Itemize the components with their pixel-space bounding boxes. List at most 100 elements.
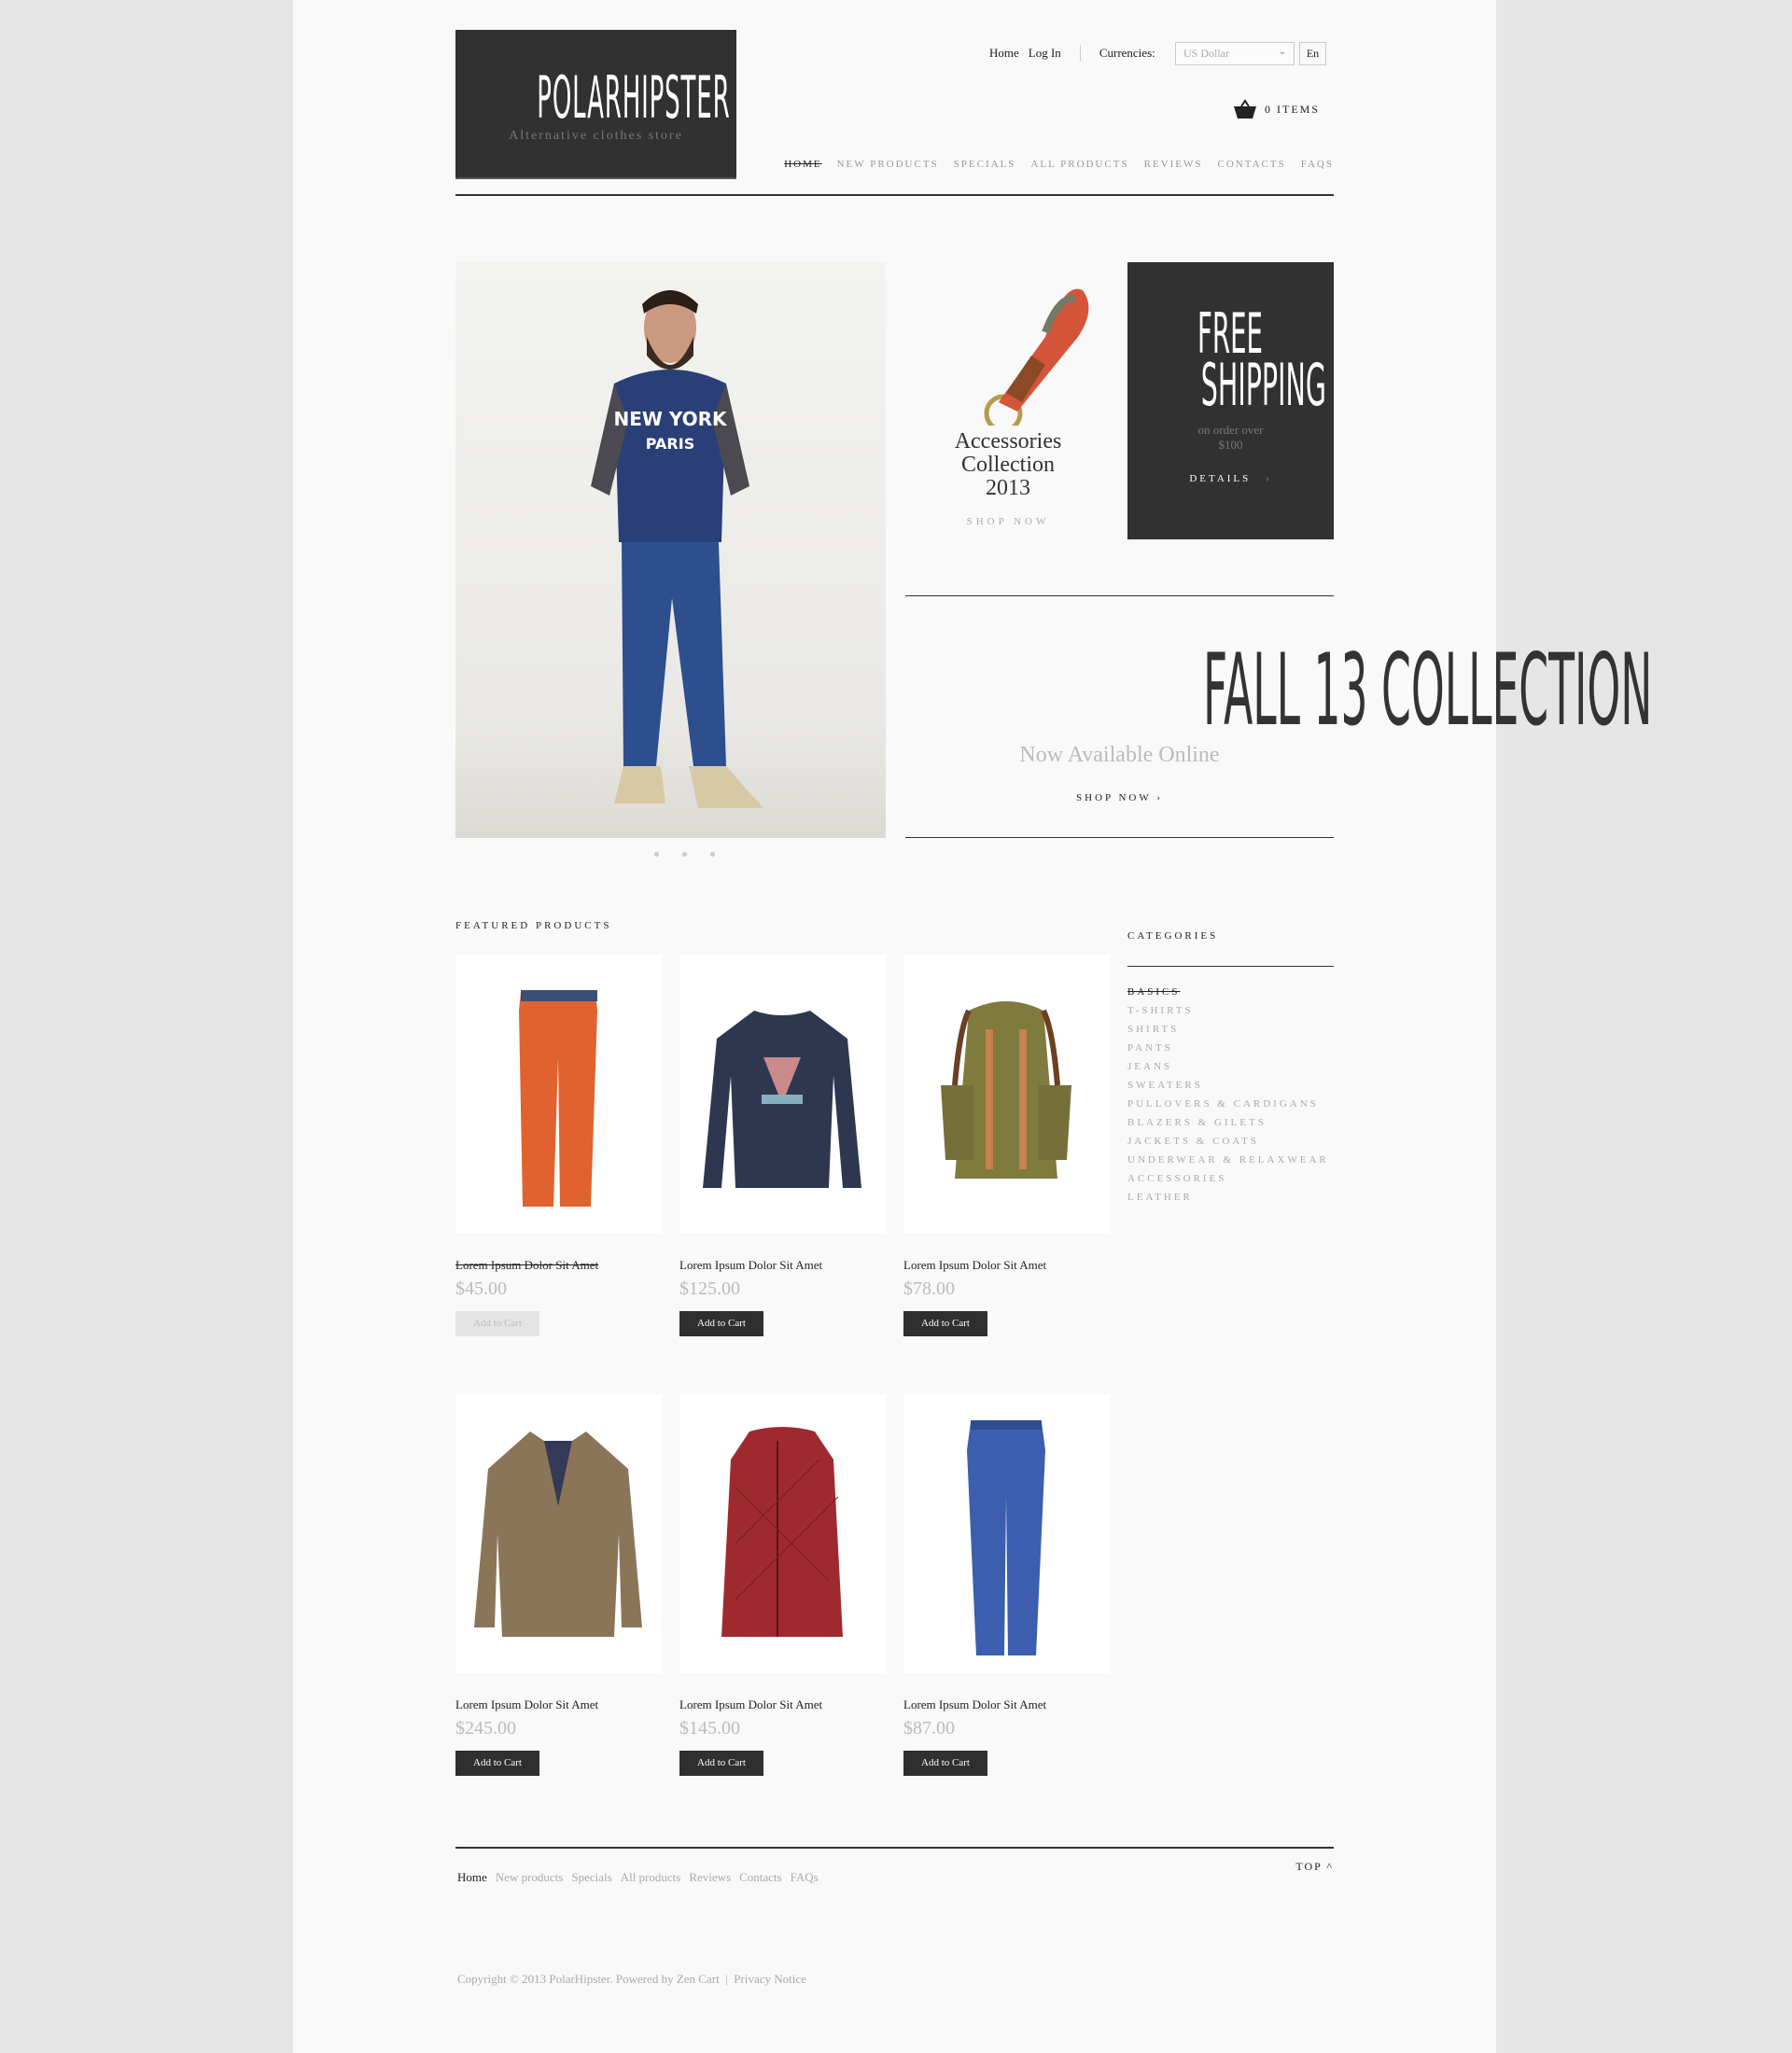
- category-item[interactable]: T-SHIRTS: [1127, 1001, 1329, 1020]
- category-item[interactable]: PULLOVERS & CARDIGANS: [1127, 1095, 1329, 1113]
- product-card: Lorem Ipsum Dolor Sit Amet $78.00 Add to C…: [903, 955, 1110, 1336]
- details-label: DETAILS: [1189, 473, 1252, 484]
- categories-title: CATEGORIES: [1127, 930, 1219, 942]
- product-photo: [721, 1427, 843, 1637]
- footer-link[interactable]: All products: [621, 1870, 681, 1885]
- free-shipping-banner[interactable]: FREE SHIPPING on order over $100 DETAILS…: [1127, 262, 1334, 539]
- product-card: Lorem Ipsum Dolor Sit Amet $245.00 Add to …: [455, 1394, 662, 1776]
- product-price: $245.00: [455, 1718, 516, 1739]
- category-item[interactable]: BASICS: [1127, 983, 1329, 1001]
- slider-dot-1[interactable]: [654, 852, 659, 857]
- add-to-cart-button[interactable]: Add to Cart: [903, 1751, 987, 1776]
- footer-link[interactable]: New products: [496, 1870, 564, 1885]
- product-name[interactable]: Lorem Ipsum Dolor Sit Amet: [679, 1258, 886, 1273]
- category-item[interactable]: JEANS: [1127, 1057, 1329, 1076]
- nav-item-contacts[interactable]: CONTACTS: [1218, 159, 1286, 170]
- product-price: $45.00: [455, 1278, 507, 1299]
- product-image-green-backpack[interactable]: [903, 955, 1110, 1234]
- details-link[interactable]: DETAILS ›: [1127, 473, 1334, 484]
- product-photo: [474, 1432, 642, 1637]
- add-to-cart-button[interactable]: Add to Cart: [455, 1311, 539, 1336]
- footer-divider: [455, 1847, 1334, 1849]
- footer-link[interactable]: Reviews: [689, 1870, 731, 1885]
- header-divider: [455, 194, 1334, 196]
- product-price: $125.00: [679, 1278, 740, 1299]
- category-item[interactable]: ACCESSORIES: [1127, 1169, 1329, 1188]
- divider: [1079, 45, 1081, 62]
- slider-dot-3[interactable]: [710, 852, 715, 857]
- svg-text:PARIS: PARIS: [646, 435, 694, 453]
- product-photo: [703, 1011, 861, 1188]
- shipping-line2: SHIPPING: [1200, 351, 1326, 419]
- divider: [1127, 966, 1334, 967]
- main-nav: HOME NEW PRODUCTS SPECIALS ALL PRODUCTS REVI…: [784, 159, 1334, 170]
- copyright: Copyright © 2013 PolarHipster. Powered b…: [457, 1972, 806, 1986]
- category-item[interactable]: PANTS: [1127, 1039, 1329, 1057]
- product-name[interactable]: Lorem Ipsum Dolor Sit Amet: [903, 1258, 1110, 1273]
- product-image-red-quilted-vest[interactable]: [679, 1394, 886, 1673]
- model-photo: NEW YORK PARIS: [591, 290, 763, 808]
- fall-collection-banner[interactable]: FALL 13 COLLECTION Now Available Online …: [905, 641, 1652, 804]
- accessories-shop-now[interactable]: SHOP NOW: [905, 516, 1111, 527]
- nav-item-all-products[interactable]: ALL PRODUCTS: [1030, 159, 1128, 170]
- accessories-line1: Accessories: [954, 429, 1062, 454]
- currencies-label: Currencies:: [1099, 46, 1155, 60]
- logo[interactable]: POLARHIPSTER Alternative clothes store: [455, 30, 736, 179]
- product-name[interactable]: Lorem Ipsum Dolor Sit Amet: [455, 1258, 662, 1273]
- accessories-line2: Collection: [961, 453, 1055, 477]
- product-image-navy-sweatshirt[interactable]: [679, 955, 886, 1234]
- product-card: Lorem Ipsum Dolor Sit Amet $145.00 Add to …: [679, 1394, 886, 1776]
- add-to-cart-button[interactable]: Add to Cart: [455, 1751, 539, 1776]
- footer-link[interactable]: Specials: [571, 1870, 611, 1885]
- footer-link[interactable]: Home: [457, 1870, 487, 1885]
- cart-label: 0 ITEMS: [1265, 102, 1320, 116]
- language-button[interactable]: En: [1299, 42, 1326, 65]
- slider-dot-2[interactable]: [682, 852, 687, 857]
- category-item[interactable]: UNDERWEAR & RELAXWEAR: [1127, 1151, 1329, 1169]
- product-photo: [519, 990, 597, 1207]
- currency-select[interactable]: US Dollar ⌄: [1175, 42, 1295, 65]
- nav-item-home[interactable]: HOME: [784, 159, 821, 170]
- product-name[interactable]: Lorem Ipsum Dolor Sit Amet: [903, 1697, 1110, 1712]
- shipping-sub2: $100: [1218, 438, 1243, 452]
- category-item[interactable]: SHIRTS: [1127, 1020, 1329, 1039]
- category-item[interactable]: BLAZERS & GILETS: [1127, 1113, 1329, 1132]
- category-item[interactable]: SWEATERS: [1127, 1076, 1329, 1095]
- top-links: Home Log In Currencies:: [989, 45, 1155, 62]
- basket-icon: [1234, 99, 1256, 119]
- product-image-orange-pants[interactable]: [455, 955, 662, 1234]
- product-price: $145.00: [679, 1718, 740, 1739]
- shirt-print: NEW YORK: [613, 408, 728, 430]
- logo-tagline: Alternative clothes store: [509, 129, 683, 143]
- back-to-top[interactable]: TOP ^: [1295, 1860, 1334, 1874]
- category-item[interactable]: JACKETS & COATS: [1127, 1132, 1329, 1151]
- product-image-tweed-blazer[interactable]: [455, 1394, 662, 1673]
- fall-shop-now[interactable]: SHOP NOW ›: [905, 792, 1334, 803]
- nav-item-faqs[interactable]: FAQS: [1301, 159, 1334, 170]
- category-item[interactable]: LEATHER: [1127, 1188, 1329, 1207]
- product-name[interactable]: Lorem Ipsum Dolor Sit Amet: [679, 1697, 886, 1712]
- product-image-blue-jeans[interactable]: [903, 1394, 1110, 1673]
- accessories-line3: 2013: [986, 476, 1030, 500]
- nav-item-specials[interactable]: SPECIALS: [954, 159, 1016, 170]
- nav-item-new-products[interactable]: NEW PRODUCTS: [837, 159, 939, 170]
- product-photo: [967, 1420, 1045, 1655]
- nav-item-reviews[interactable]: REVIEWS: [1144, 159, 1203, 170]
- accessories-banner[interactable]: Accessories Collection 2013 SHOP NOW: [905, 262, 1111, 542]
- cart[interactable]: 0 ITEMS: [1233, 99, 1320, 119]
- product-name[interactable]: Lorem Ipsum Dolor Sit Amet: [455, 1697, 662, 1712]
- product-card: Lorem Ipsum Dolor Sit Amet $45.00 Add to C…: [455, 955, 662, 1336]
- product-photo: [941, 1001, 1071, 1179]
- belt-image: [984, 288, 1089, 433]
- login-link[interactable]: Log In: [1029, 46, 1061, 61]
- featured-title: FEATURED PRODUCTS: [455, 920, 612, 931]
- add-to-cart-button[interactable]: Add to Cart: [679, 1751, 763, 1776]
- add-to-cart-button[interactable]: Add to Cart: [903, 1311, 987, 1336]
- currency-value: US Dollar: [1183, 47, 1229, 60]
- footer-link[interactable]: FAQs: [791, 1870, 819, 1885]
- product-price: $87.00: [903, 1718, 955, 1739]
- add-to-cart-button[interactable]: Add to Cart: [679, 1311, 763, 1336]
- footer-link[interactable]: Contacts: [739, 1870, 782, 1885]
- home-link[interactable]: Home: [989, 46, 1019, 61]
- hero-slide-image[interactable]: NEW YORK PARIS: [455, 262, 886, 838]
